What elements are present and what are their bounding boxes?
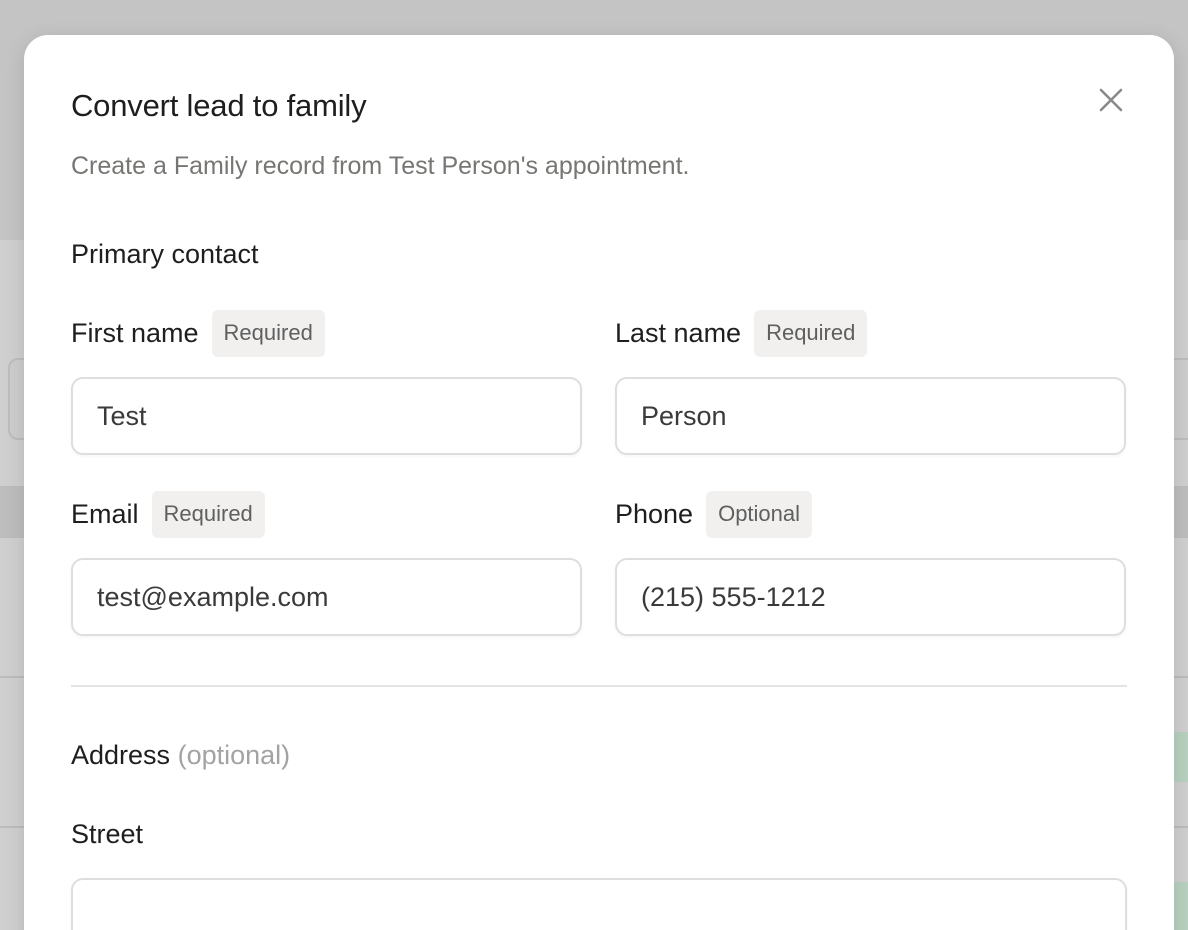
background-status-badge bbox=[1172, 882, 1188, 930]
address-heading-text: Address bbox=[71, 740, 171, 770]
required-badge: Required bbox=[151, 490, 265, 538]
email-label-text: Email bbox=[71, 498, 139, 529]
optional-badge: Optional bbox=[706, 490, 813, 538]
first-name-label-text: First name bbox=[71, 317, 199, 348]
dialog-subtitle: Create a Family record from Test Person'… bbox=[71, 152, 690, 180]
first-name-label: First name Required bbox=[71, 309, 325, 357]
required-badge: Required bbox=[754, 309, 868, 357]
required-badge: Required bbox=[211, 309, 325, 357]
street-label: Street bbox=[71, 810, 143, 858]
phone-input[interactable] bbox=[615, 558, 1126, 636]
convert-lead-dialog: Convert lead to family Create a Family r… bbox=[24, 35, 1174, 930]
section-divider bbox=[71, 685, 1127, 687]
background-status-badge bbox=[1172, 732, 1188, 782]
address-optional-note: (optional) bbox=[177, 740, 291, 770]
last-name-input[interactable] bbox=[615, 377, 1126, 455]
phone-label: Phone Optional bbox=[615, 490, 813, 538]
email-label: Email Required bbox=[71, 490, 265, 538]
last-name-label-text: Last name bbox=[615, 317, 742, 348]
dialog-title: Convert lead to family bbox=[71, 88, 367, 123]
close-icon bbox=[1099, 88, 1123, 112]
phone-label-text: Phone bbox=[615, 498, 694, 529]
first-name-input[interactable] bbox=[71, 377, 582, 455]
street-input[interactable] bbox=[71, 878, 1127, 930]
email-input[interactable] bbox=[71, 558, 582, 636]
address-heading: Address (optional) bbox=[71, 740, 290, 771]
street-label-text: Street bbox=[71, 818, 144, 849]
primary-contact-heading: Primary contact bbox=[71, 239, 259, 269]
last-name-label: Last name Required bbox=[615, 309, 868, 357]
close-button[interactable] bbox=[1094, 83, 1128, 117]
